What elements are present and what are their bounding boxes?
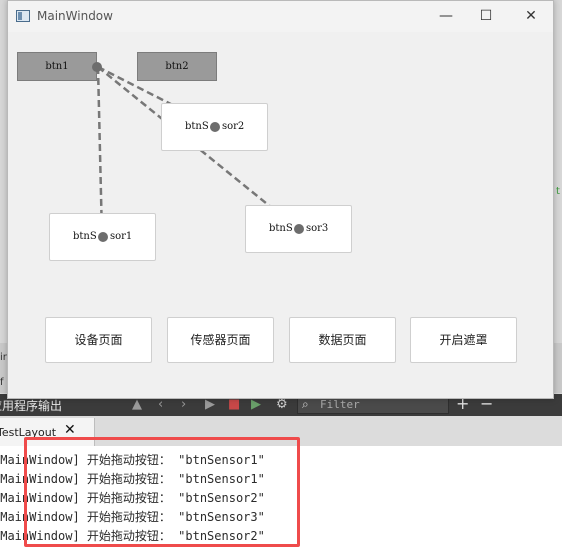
sensor-label-suffix: sor1 <box>110 231 133 242</box>
device-page-button[interactable]: 设备页面 <box>45 317 152 363</box>
sensor-label-prefix: btnS <box>269 223 293 234</box>
highlight-box <box>24 437 300 547</box>
main-window: MainWindow — ☐ ✕ btn1 btn2 btnS sor2 btn… <box>7 0 554 399</box>
sensor3-anchor-dot[interactable] <box>294 224 304 234</box>
sensor1-anchor-dot[interactable] <box>98 232 108 242</box>
sensor2-button[interactable]: btnS sor2 <box>161 103 268 151</box>
sensor3-button[interactable]: btnS sor3 <box>245 205 352 253</box>
sensor-label-prefix: btnS <box>73 231 97 242</box>
edge-fragment: ir <box>0 352 7 363</box>
data-page-button[interactable]: 数据页面 <box>289 317 396 363</box>
enable-mask-button[interactable]: 开启遮罩 <box>410 317 517 363</box>
sensor-label-prefix: btnS <box>185 121 209 132</box>
btn1-button[interactable]: btn1 <box>17 52 97 81</box>
sensor-page-button[interactable]: 传感器页面 <box>167 317 274 363</box>
edge-fragment: t <box>556 186 560 197</box>
wire-btn1-sensor1 <box>96 66 104 238</box>
edge-fragment: f <box>0 377 4 388</box>
btn2-button[interactable]: btn2 <box>137 52 217 81</box>
sensor-label-suffix: sor2 <box>222 121 245 132</box>
sensor2-anchor-dot[interactable] <box>210 122 220 132</box>
btn1-anchor-dot[interactable] <box>92 62 102 72</box>
sensor1-button[interactable]: btnS sor1 <box>49 213 156 261</box>
close-icon[interactable]: ✕ <box>64 422 76 438</box>
sensor-label-suffix: sor3 <box>306 223 329 234</box>
